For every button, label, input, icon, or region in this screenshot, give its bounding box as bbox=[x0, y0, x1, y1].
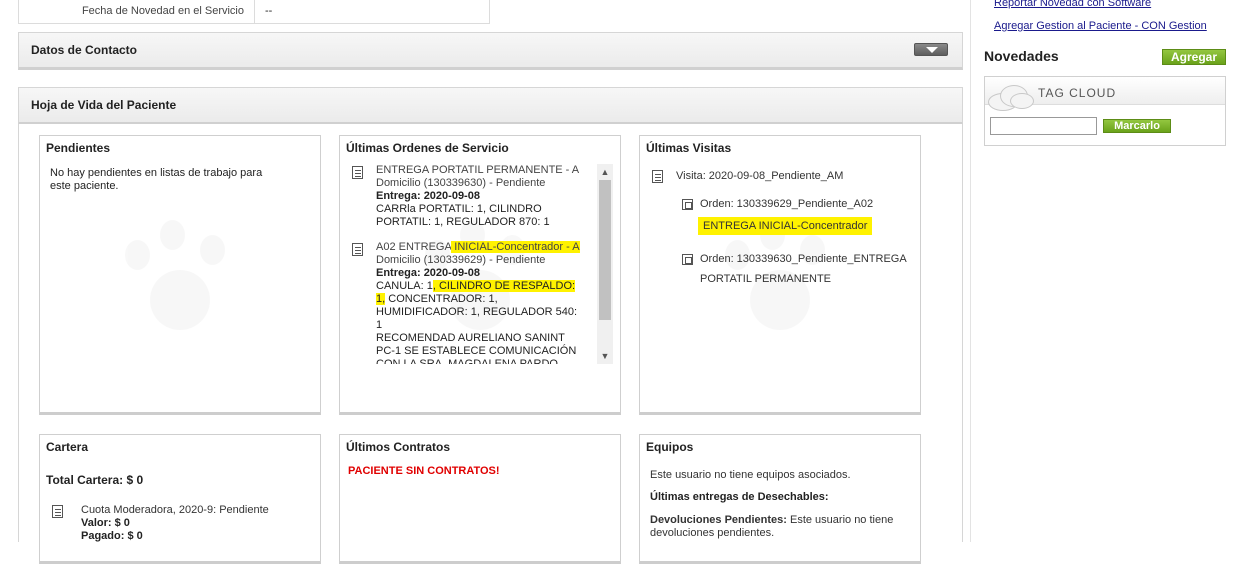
scroll-thumb[interactable] bbox=[599, 180, 611, 320]
visit-order-line1: Orden: 130339630_Pendiente_ENTREGA bbox=[700, 253, 907, 265]
devoluciones-label: Devoluciones Pendientes: bbox=[650, 514, 787, 526]
document-icon bbox=[352, 243, 363, 256]
novedades-title: Novedades bbox=[984, 48, 1059, 64]
order-title: ENTREGA PORTATIL PERMANENTE - A Domicili… bbox=[376, 164, 579, 189]
order-detail-part: CONCENTRADOR: 1, HUMIDIFICADOR: 1, REGUL… bbox=[376, 293, 578, 331]
tag-cloud-box: TAG CLOUD Marcarlo bbox=[984, 76, 1226, 146]
contratos-alert: PACIENTE SIN CONTRATOS! bbox=[348, 465, 500, 477]
paw-watermark-icon bbox=[105, 210, 255, 350]
contact-section-header[interactable]: Datos de Contacto bbox=[18, 32, 963, 70]
document-icon bbox=[352, 166, 363, 179]
fecha-novedad-row: Fecha de Novedad en el Servicio -- bbox=[18, 0, 490, 24]
cartera-item-text: Cuota Moderadora, 2020-9: Pendiente bbox=[81, 504, 269, 516]
order-icon bbox=[682, 199, 693, 210]
order-detail: CARRla PORTATIL: 1, CILINDRO PORTATIL: 1… bbox=[376, 203, 550, 228]
visitas-panel: Últimas Visitas Visita: 2020-09-08_Pendi… bbox=[639, 135, 921, 415]
order-detail-part: CANULA: 1 bbox=[376, 280, 433, 292]
ordenes-title: Últimas Ordenes de Servicio bbox=[346, 141, 509, 155]
order-title-part: Domicilio (130339629) - Pendiente bbox=[376, 254, 546, 266]
visit-order-line1: Orden: 130339629_Pendiente_A02 bbox=[700, 198, 874, 210]
agregar-gestion-link[interactable]: Agregar Gestion al Paciente - CON Gestio… bbox=[994, 20, 1207, 32]
pendientes-text: No hay pendientes en listas de trabajo p… bbox=[50, 167, 263, 192]
order-note: RECOMENDAD AURELIANO SANINT PC-1 SE ESTA… bbox=[376, 332, 577, 364]
contratos-title: Últimos Contratos bbox=[346, 440, 451, 454]
expand-toggle-icon[interactable] bbox=[914, 43, 948, 56]
visit-order-line2: ENTREGA INICIAL-Concentrador bbox=[698, 217, 873, 235]
pendientes-title: Pendientes bbox=[46, 141, 111, 155]
order-detail: CANULA: 1, CILINDRO DE RESPALDO: 1, CONC… bbox=[376, 280, 586, 332]
equipos-panel: Equipos Este usuario no tiene equipos as… bbox=[639, 434, 921, 564]
equipos-title: Equipos bbox=[646, 440, 694, 454]
tag-input[interactable] bbox=[990, 117, 1097, 135]
order-icon bbox=[682, 254, 693, 265]
fecha-novedad-value: -- bbox=[265, 5, 273, 17]
cartera-title: Cartera bbox=[46, 440, 89, 454]
ordenes-scrollbar[interactable]: ▲ ▼ bbox=[597, 164, 613, 364]
entrega-label: Entrega: bbox=[376, 190, 421, 202]
visitas-title: Últimas Visitas bbox=[646, 141, 732, 155]
ordenes-scroll-area[interactable]: ENTREGA PORTATIL PERMANENTE - A Domicili… bbox=[348, 164, 613, 364]
cartera-pagado: Pagado: $ 0 bbox=[81, 530, 143, 542]
marcarlo-button[interactable]: Marcarlo bbox=[1103, 119, 1171, 133]
entrega-date: 2020-09-08 bbox=[423, 267, 480, 279]
visit-order-item[interactable]: Orden: 130339630_Pendiente_ENTREGA PORTA… bbox=[682, 253, 912, 285]
equipos-text: Este usuario no tiene equipos asociados. bbox=[650, 469, 851, 481]
devoluciones-text: Devoluciones Pendientes: Este usuario no… bbox=[650, 514, 910, 540]
visit-text: Visita: 2020-09-08_Pendiente_AM bbox=[676, 170, 844, 182]
scroll-down-icon[interactable]: ▼ bbox=[597, 348, 613, 364]
cartera-panel: Cartera Total Cartera: $ 0 Cuota Moderad… bbox=[39, 434, 321, 564]
document-icon bbox=[52, 505, 63, 518]
tag-cloud-header: TAG CLOUD bbox=[985, 77, 1225, 111]
order-item[interactable]: A02 ENTREGA INICIAL-Concentrador - A Domi… bbox=[348, 241, 586, 364]
cartera-item[interactable]: Cuota Moderadora, 2020-9: Pendiente Valo… bbox=[52, 504, 312, 543]
agregar-button[interactable]: Agregar bbox=[1162, 49, 1226, 65]
ordenes-panel: Últimas Ordenes de Servicio ENTREGA PORT… bbox=[339, 135, 621, 415]
entrega-label: Entrega: bbox=[376, 267, 421, 279]
scroll-up-icon[interactable]: ▲ bbox=[597, 164, 613, 180]
contact-section-title: Datos de Contacto bbox=[31, 43, 138, 57]
history-section-header: Hoja de Vida del Paciente bbox=[18, 87, 963, 125]
order-item[interactable]: ENTREGA PORTATIL PERMANENTE - A Domicili… bbox=[348, 164, 586, 229]
tag-cloud-title: TAG CLOUD bbox=[1038, 86, 1117, 100]
pendientes-panel: Pendientes No hay pendientes en listas d… bbox=[39, 135, 321, 415]
contratos-panel: Últimos Contratos PACIENTE SIN CONTRATOS… bbox=[339, 434, 621, 564]
sidebar-divider bbox=[970, 0, 971, 542]
cartera-valor: Valor: $ 0 bbox=[81, 517, 130, 529]
fecha-novedad-label: Fecha de Novedad en el Servicio bbox=[19, 0, 255, 23]
visit-order-item[interactable]: Orden: 130339629_Pendiente_A02 ENTREGA I… bbox=[682, 198, 912, 235]
cloud-icon bbox=[988, 85, 1034, 111]
entrega-date: 2020-09-08 bbox=[423, 190, 480, 202]
highlighted-text: INICIAL-Concentrador - A bbox=[451, 241, 580, 253]
order-title: A02 ENTREGA INICIAL-Concentrador - A Domi… bbox=[376, 241, 586, 267]
desechables-label: Últimas entregas de Desechables: bbox=[650, 491, 829, 503]
document-icon bbox=[652, 170, 663, 183]
history-section-body: Pendientes No hay pendientes en listas d… bbox=[18, 124, 963, 564]
reportar-novedad-link[interactable]: Reportar Novedad con Software bbox=[994, 0, 1151, 9]
order-title-part: A02 ENTREGA bbox=[376, 241, 452, 253]
total-cartera: Total Cartera: $ 0 bbox=[46, 473, 144, 487]
history-section-title: Hoja de Vida del Paciente bbox=[31, 98, 177, 112]
visit-order-line2: PORTATIL PERMANENTE bbox=[700, 273, 832, 285]
